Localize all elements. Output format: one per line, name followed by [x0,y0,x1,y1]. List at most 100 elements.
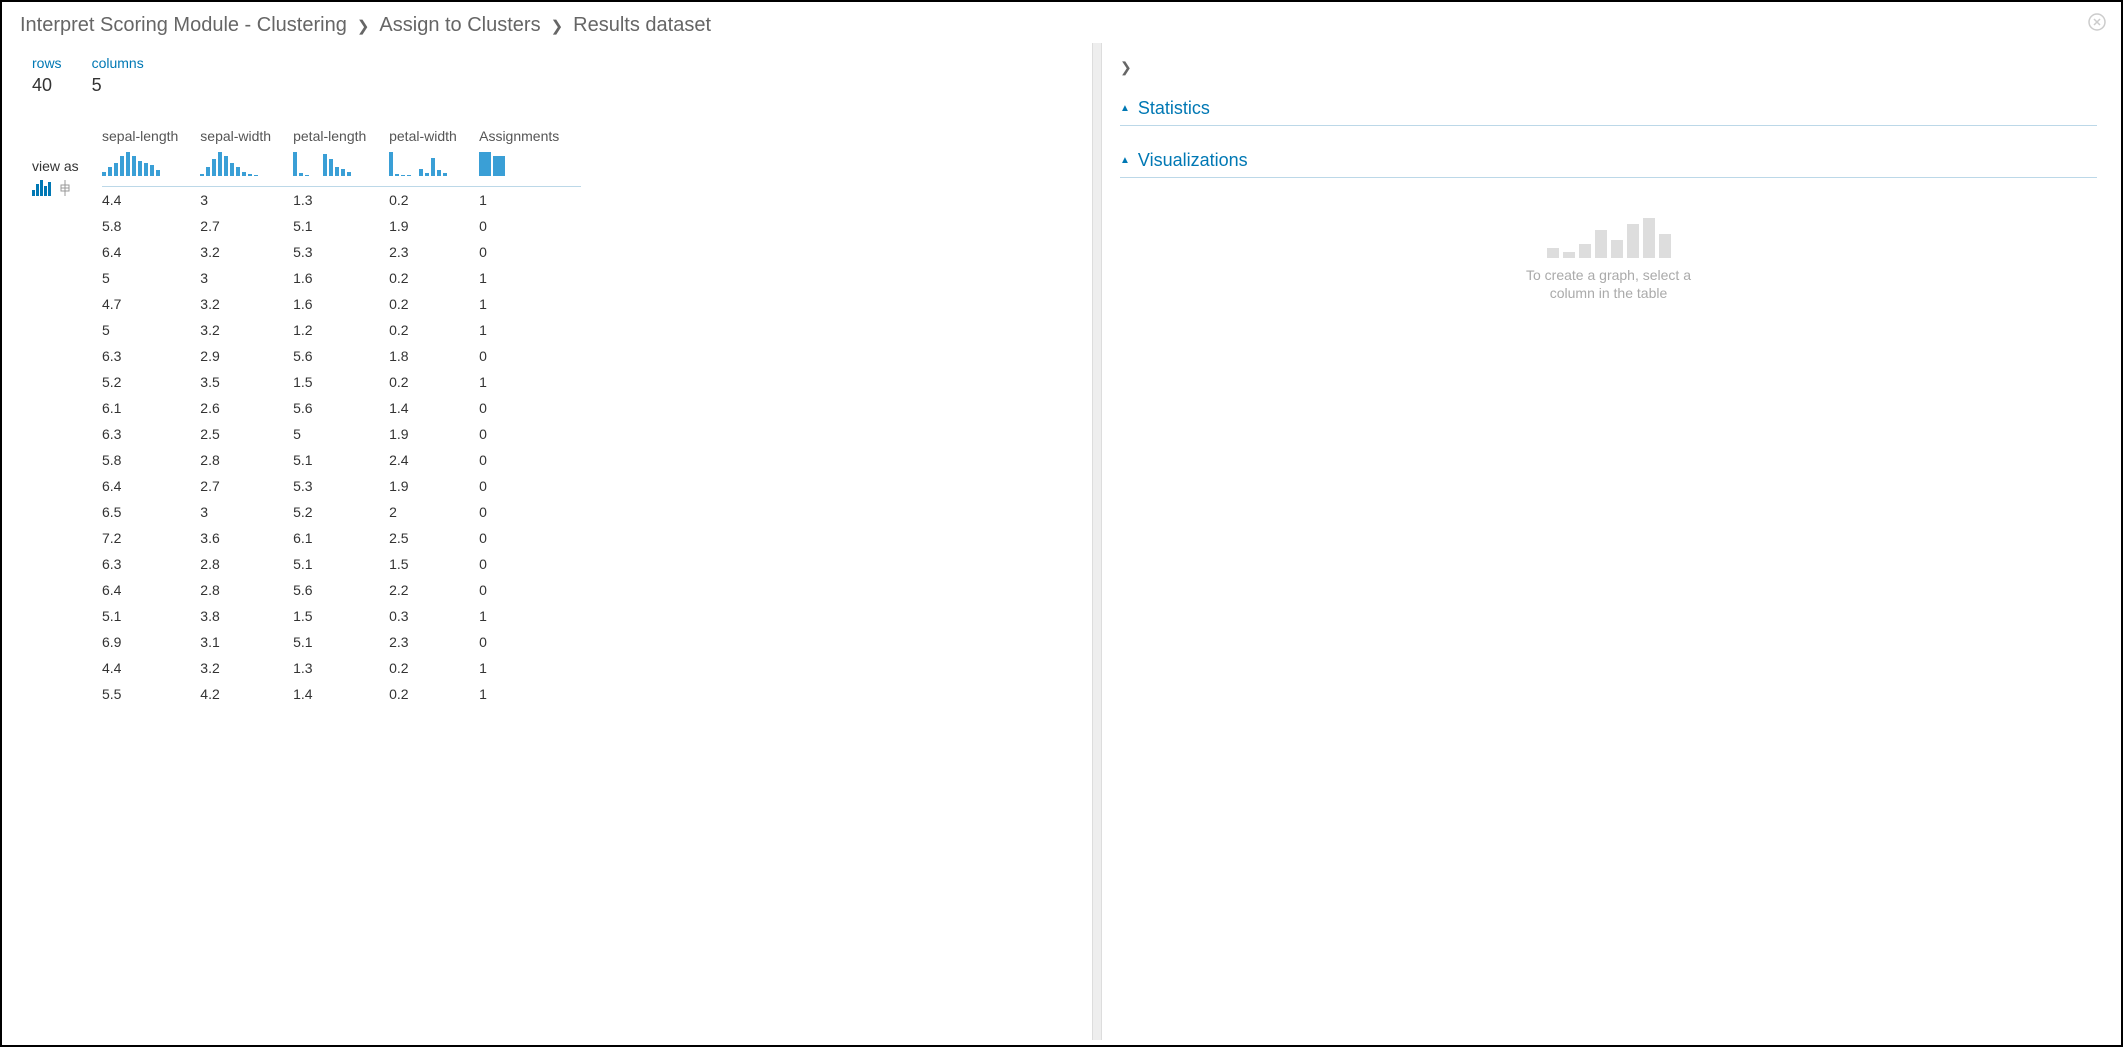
table-cell: 5 [102,265,200,291]
table-cell: 6.4 [102,473,200,499]
visualizations-section[interactable]: ▲ Visualizations [1120,144,2097,178]
table-cell: 2.7 [200,213,293,239]
section-label: Statistics [1138,98,1210,119]
column-header[interactable]: sepal-length [102,122,200,148]
view-as-label: view as [32,158,82,174]
table-cell: 6.9 [102,629,200,655]
table-cell: 2.3 [389,629,479,655]
table-cell: 2 [389,499,479,525]
table-cell: 2.6 [200,395,293,421]
table-cell: 6.3 [102,421,200,447]
table-cell: 0 [479,421,581,447]
table-row[interactable]: 4.43.21.30.21 [102,655,581,681]
table-cell: 0.2 [389,187,479,214]
column-histogram [389,150,457,176]
boxplot-view-icon[interactable] [58,180,72,196]
table-cell: 3 [200,499,293,525]
table-row[interactable]: 53.21.20.21 [102,317,581,343]
visualization-placeholder: To create a graph, select a column in th… [1120,218,2097,302]
table-row[interactable]: 6.12.65.61.40 [102,395,581,421]
table-row[interactable]: 6.42.75.31.90 [102,473,581,499]
table-cell: 1 [479,187,581,214]
table-cell: 4.7 [102,291,200,317]
table-cell: 2.4 [389,447,479,473]
table-cell: 1 [479,655,581,681]
table-cell: 1 [479,291,581,317]
table-cell: 0.2 [389,291,479,317]
table-cell: 5.6 [293,395,389,421]
table-row[interactable]: 6.93.15.12.30 [102,629,581,655]
table-cell: 6.5 [102,499,200,525]
table-cell: 0.2 [389,655,479,681]
table-cell: 2.5 [200,421,293,447]
table-cell: 4.4 [102,187,200,214]
table-row[interactable]: 5.13.81.50.31 [102,603,581,629]
table-cell: 2.9 [200,343,293,369]
splitter-handle[interactable] [1092,43,1102,1040]
table-cell: 2.2 [389,577,479,603]
table-row[interactable]: 7.23.66.12.50 [102,525,581,551]
table-row[interactable]: 4.431.30.21 [102,187,581,214]
table-cell: 1.5 [293,603,389,629]
right-pane: ❯ ▲ Statistics ▲ Visualizations To creat… [1102,43,2121,1040]
close-icon[interactable] [2087,12,2107,32]
table-cell: 1.9 [389,473,479,499]
table-cell: 5 [102,317,200,343]
table-cell: 1.9 [389,213,479,239]
table-cell: 5.1 [102,603,200,629]
table-row[interactable]: 5.54.21.40.21 [102,681,581,707]
table-row[interactable]: 5.23.51.50.21 [102,369,581,395]
table-cell: 6.1 [293,525,389,551]
table-row[interactable]: 531.60.21 [102,265,581,291]
table-row[interactable]: 5.82.85.12.40 [102,447,581,473]
section-label: Visualizations [1138,150,1248,171]
statistics-section[interactable]: ▲ Statistics [1120,92,2097,126]
table-cell: 5.1 [293,447,389,473]
table-row[interactable]: 6.32.85.11.50 [102,551,581,577]
collapse-icon: ▲ [1120,103,1130,114]
table-cell: 1 [479,369,581,395]
table-cell: 4.2 [200,681,293,707]
table-row[interactable]: 6.32.95.61.80 [102,343,581,369]
table-cell: 0 [479,239,581,265]
placeholder-text: column in the table [1526,284,1691,302]
table-cell: 6.3 [102,343,200,369]
rows-label: rows [32,55,62,71]
table-row[interactable]: 6.32.551.90 [102,421,581,447]
table-row[interactable]: 6.42.85.62.20 [102,577,581,603]
table-cell: 5.3 [293,239,389,265]
table-cell: 3 [200,265,293,291]
table-cell: 3.2 [200,317,293,343]
histogram-view-icon[interactable] [32,180,52,196]
table-cell: 5.2 [102,369,200,395]
rows-value: 40 [32,75,62,96]
column-header[interactable]: petal-width [389,122,479,148]
table-row[interactable]: 6.535.220 [102,499,581,525]
table-row[interactable]: 5.82.75.11.90 [102,213,581,239]
table-cell: 0.2 [389,265,479,291]
column-header[interactable]: Assignments [479,122,581,148]
column-histogram [102,150,178,176]
table-cell: 1.2 [293,317,389,343]
chevron-right-icon[interactable]: ❯ [1120,59,1132,76]
table-cell: 3.6 [200,525,293,551]
table-cell: 2.5 [389,525,479,551]
table-scroll[interactable]: sepal-length sepal-width petal-length pe… [102,122,1092,1037]
table-cell: 3.5 [200,369,293,395]
table-cell: 1.9 [389,421,479,447]
table-cell: 7.2 [102,525,200,551]
table-row[interactable]: 4.73.21.60.21 [102,291,581,317]
results-table: sepal-length sepal-width petal-length pe… [102,122,581,707]
dataset-meta: rows 40 columns 5 [32,55,1092,96]
breadcrumb-item[interactable]: Assign to Clusters [379,14,540,37]
collapse-icon: ▲ [1120,155,1130,166]
table-cell: 5.1 [293,629,389,655]
column-header[interactable]: petal-length [293,122,389,148]
breadcrumb: Interpret Scoring Module - Clustering ❯ … [2,2,2121,43]
column-header[interactable]: sepal-width [200,122,293,148]
breadcrumb-item[interactable]: Interpret Scoring Module - Clustering [20,14,347,37]
table-cell: 1.8 [389,343,479,369]
table-cell: 3.2 [200,239,293,265]
table-cell: 1.4 [293,681,389,707]
table-row[interactable]: 6.43.25.32.30 [102,239,581,265]
